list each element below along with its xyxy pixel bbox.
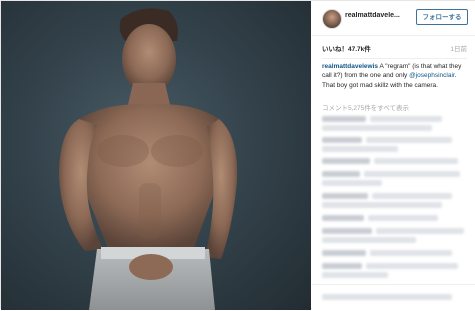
comment-user (322, 137, 362, 143)
comment-user (322, 263, 362, 269)
comment-text (366, 137, 452, 143)
avatar[interactable] (322, 9, 342, 29)
caption-username[interactable]: realmattdavelewis (322, 63, 378, 70)
comment-user (322, 171, 360, 177)
divider (322, 58, 467, 59)
view-all-comments-link[interactable]: コメント5,275件をすべて表示 (322, 102, 409, 112)
comment-user (322, 116, 366, 122)
post-header: realmattdavele... フォローする (312, 1, 475, 36)
post-photo[interactable] (1, 1, 311, 310)
comment-text (368, 215, 438, 221)
comment-text (366, 263, 458, 269)
comment-text (322, 272, 388, 278)
likes-count[interactable]: いいね！47.7k件 (322, 43, 371, 53)
post-footer (312, 284, 475, 311)
comment-text (322, 180, 382, 186)
comment-text (322, 237, 416, 243)
comment-user (322, 158, 370, 164)
post-side-panel: realmattdavele... フォローする いいね！47.7k件 1日前 … (312, 1, 475, 310)
comment-user (322, 215, 364, 221)
comment-input-placeholder[interactable] (322, 294, 452, 300)
comment-text (370, 116, 442, 122)
username-link[interactable]: realmattdavele... (345, 12, 413, 19)
comment-text (322, 202, 442, 208)
photo-figure (59, 8, 238, 310)
caption: realmattdavelewis A "regram" (is that wh… (322, 62, 468, 90)
comment-text (372, 193, 452, 199)
follow-button[interactable]: フォローする (416, 9, 468, 25)
comment-text (322, 125, 432, 131)
comment-text (370, 250, 452, 256)
comment-text (374, 158, 458, 164)
comment-user (322, 193, 368, 199)
post-age[interactable]: 1日前 (450, 43, 467, 53)
comment-user (322, 250, 366, 256)
instagram-post: realmattdavele... フォローする いいね！47.7k件 1日前 … (0, 0, 475, 310)
likes-row: いいね！47.7k件 1日前 (322, 43, 467, 55)
caption-mention[interactable]: @josephsinclair (409, 72, 455, 79)
comment-text (322, 146, 398, 152)
comment-text (376, 228, 464, 234)
comment-text (364, 171, 460, 177)
comment-user (322, 228, 372, 234)
